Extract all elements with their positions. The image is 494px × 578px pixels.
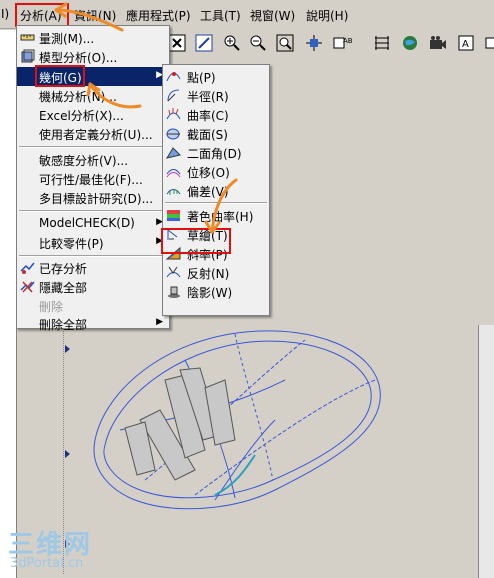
watermark-url: 3dPortal.cn: [10, 556, 84, 571]
annotation-arrows: [54, 2, 238, 234]
